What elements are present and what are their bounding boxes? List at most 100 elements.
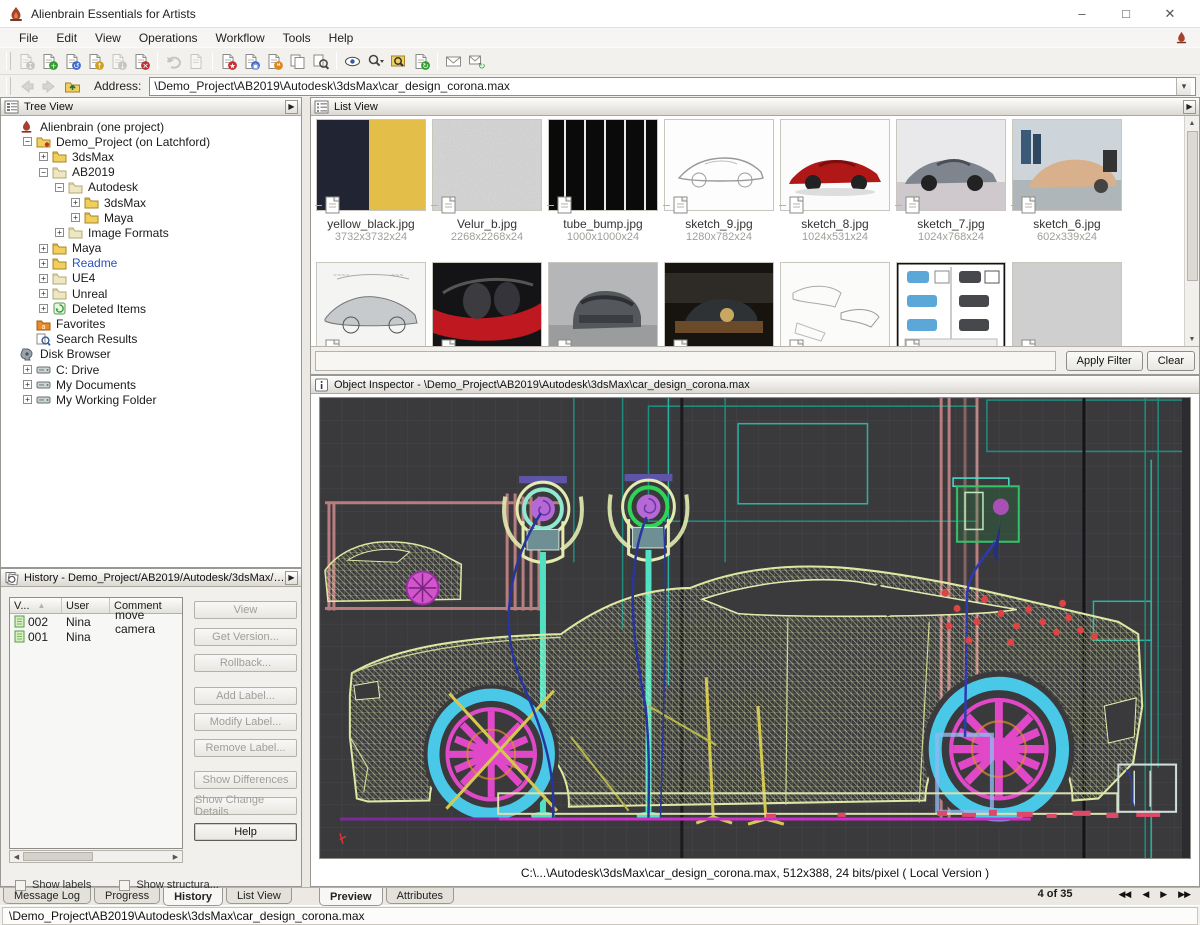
expand-plus-icon[interactable]: + [39,289,48,298]
thumbnail-item[interactable] [429,261,545,346]
menu-edit[interactable]: Edit [47,29,86,47]
thumbnail-sketch_7.jpg[interactable]: sketch_7.jpg1024x768x24 [893,118,1009,261]
collapse-minus-icon[interactable]: − [39,168,48,177]
thumbnail-yellow_black.jpg[interactable]: yellow_black.jpg3732x3732x24 [313,118,429,261]
page-first-icon[interactable]: ◀◀ [1118,889,1130,900]
up-folder-icon[interactable] [61,75,84,97]
list-vscrollbar[interactable]: ▲ ▼ [1184,116,1199,346]
file-star-icon[interactable]: ★ [217,50,240,72]
tree-item-image-formats[interactable]: +Image Formats [3,225,301,240]
tree-item-deleted-items[interactable]: +Deleted Items [3,301,301,316]
close-button[interactable]: ✕ [1148,1,1192,27]
filter-input[interactable] [315,351,1056,371]
tree-item-unreal[interactable]: +Unreal [3,286,301,301]
history-menu-arrow[interactable]: ▶ [285,571,298,585]
copy-files-icon[interactable] [286,50,309,72]
collapse-minus-icon[interactable]: − [23,137,32,146]
preview-image[interactable] [319,397,1191,859]
scroll-thumb[interactable] [23,852,93,861]
expand-plus-icon[interactable]: + [23,395,32,404]
maximize-button[interactable]: □ [1104,1,1148,27]
sync-icon[interactable]: ↻ [410,50,433,72]
address-dropdown-icon[interactable]: ▾ [1176,78,1191,95]
minimize-button[interactable]: – [1060,1,1104,27]
thumbnail-item[interactable] [893,261,1009,346]
show-labels-checkbox[interactable] [15,880,26,891]
menu-tools[interactable]: Tools [274,29,320,47]
column-header-v[interactable]: V...▲ [10,598,62,613]
expand-plus-icon[interactable]: + [23,380,32,389]
search-menu-icon[interactable] [364,50,387,72]
thumbnail-item[interactable]: ~~~~~~~ [313,261,429,346]
menu-file[interactable]: File [10,29,47,47]
thumbnail-tube_bump.jpg[interactable]: tube_bump.jpg1000x1000x24 [545,118,661,261]
expand-plus-icon[interactable]: + [39,244,48,253]
page-last-icon[interactable]: ▶▶ [1178,889,1190,900]
mail-icon[interactable] [442,50,465,72]
menu-view[interactable]: View [86,29,130,47]
tree-item-alienbrain-one-project-[interactable]: Alienbrain (one project) [3,119,301,134]
scroll-right-icon[interactable]: ▶ [169,851,182,862]
preview-eye-icon[interactable] [341,50,364,72]
find-files-icon[interactable] [309,50,332,72]
delete-file-icon[interactable]: ✕ [130,50,153,72]
thumbnail-sketch_6.jpg[interactable]: sketch_6.jpg602x339x24 [1009,118,1125,261]
expand-plus-icon[interactable]: + [39,152,48,161]
tree-item-autodesk[interactable]: −Autodesk [3,180,301,195]
expand-plus-icon[interactable]: + [55,228,64,237]
menu-help[interactable]: Help [320,29,363,47]
tree-item-c-drive[interactable]: +C: Drive [3,362,301,377]
clear-filter-button[interactable]: Clear [1147,351,1195,371]
thumbnail-item[interactable] [545,261,661,346]
file-view-icon[interactable]: ◉ [240,50,263,72]
thumbnail-item[interactable] [777,261,893,346]
scroll-down-icon[interactable]: ▼ [1186,332,1199,346]
thumbnail-item[interactable] [1009,261,1125,346]
tree-item-demo-project-on-latchford-[interactable]: −Demo_Project (on Latchford) [3,134,301,149]
tree-view-menu-arrow[interactable]: ▶ [285,100,298,114]
tab-attributes[interactable]: Attributes [386,888,454,904]
expand-plus-icon[interactable]: + [39,304,48,313]
vertical-splitter[interactable] [302,97,310,887]
tree-item-maya[interactable]: +Maya [3,241,301,256]
expand-plus-icon[interactable]: + [39,259,48,268]
help-button[interactable]: Help [194,823,297,841]
show-structura--checkbox[interactable] [119,880,130,891]
add-file-icon[interactable]: + [38,50,61,72]
tree-item-readme[interactable]: +Readme [3,256,301,271]
search-box-icon[interactable] [387,50,410,72]
column-header-user[interactable]: User [62,598,110,613]
thumbnail-sketch_8.jpg[interactable]: sketch_8.jpg1024x531x24 [777,118,893,261]
scroll-left-icon[interactable]: ◀ [10,851,23,862]
address-input[interactable]: \Demo_Project\AB2019\Autodesk\3dsMax\car… [149,77,1196,96]
page-next-icon[interactable]: ▶ [1160,889,1166,900]
expand-plus-icon[interactable]: + [23,365,32,374]
thumbnail-item[interactable] [661,261,777,346]
scroll-up-icon[interactable]: ▲ [1186,116,1199,130]
tree-item-3dsmax[interactable]: +3dsMax [3,195,301,210]
version-table[interactable]: V...▲UserComment 002Ninamove camera001Ni… [9,597,183,849]
expand-plus-icon[interactable]: + [71,213,80,222]
import-file-icon[interactable]: ↑ [84,50,107,72]
file-comment-icon[interactable]: ❝ [263,50,286,72]
page-prev-icon[interactable]: ◀ [1142,889,1148,900]
menu-operations[interactable]: Operations [130,29,207,47]
tree-item-3dsmax[interactable]: +3dsMax [3,149,301,164]
list-view-menu-arrow[interactable]: ▶ [1183,100,1196,114]
tree-item-search-results[interactable]: Search Results [3,332,301,347]
tree-item-ue4[interactable]: +UE4 [3,271,301,286]
collapse-minus-icon[interactable]: − [55,183,64,192]
tab-preview[interactable]: Preview [319,888,383,906]
version-table-hscrollbar[interactable]: ◀ ▶ [9,850,183,863]
tree-item-disk-browser[interactable]: Disk Browser [3,347,301,362]
refresh-file-icon[interactable]: ↺ [61,50,84,72]
scroll-thumb[interactable] [1187,131,1198,281]
tree-item-my-working-folder[interactable]: +My Working Folder [3,392,301,407]
tree-item-favorites[interactable]: aFavorites [3,316,301,331]
thumbnail-sketch_9.jpg[interactable]: sketch_9.jpg1280x782x24 [661,118,777,261]
thumbnail-Velur_b.jpg[interactable]: Velur_b.jpg2268x2268x24 [429,118,545,261]
version-row-002[interactable]: 002Ninamove camera [10,614,182,629]
tree-item-my-documents[interactable]: +My Documents [3,377,301,392]
expand-plus-icon[interactable]: + [39,274,48,283]
expand-plus-icon[interactable]: + [71,198,80,207]
